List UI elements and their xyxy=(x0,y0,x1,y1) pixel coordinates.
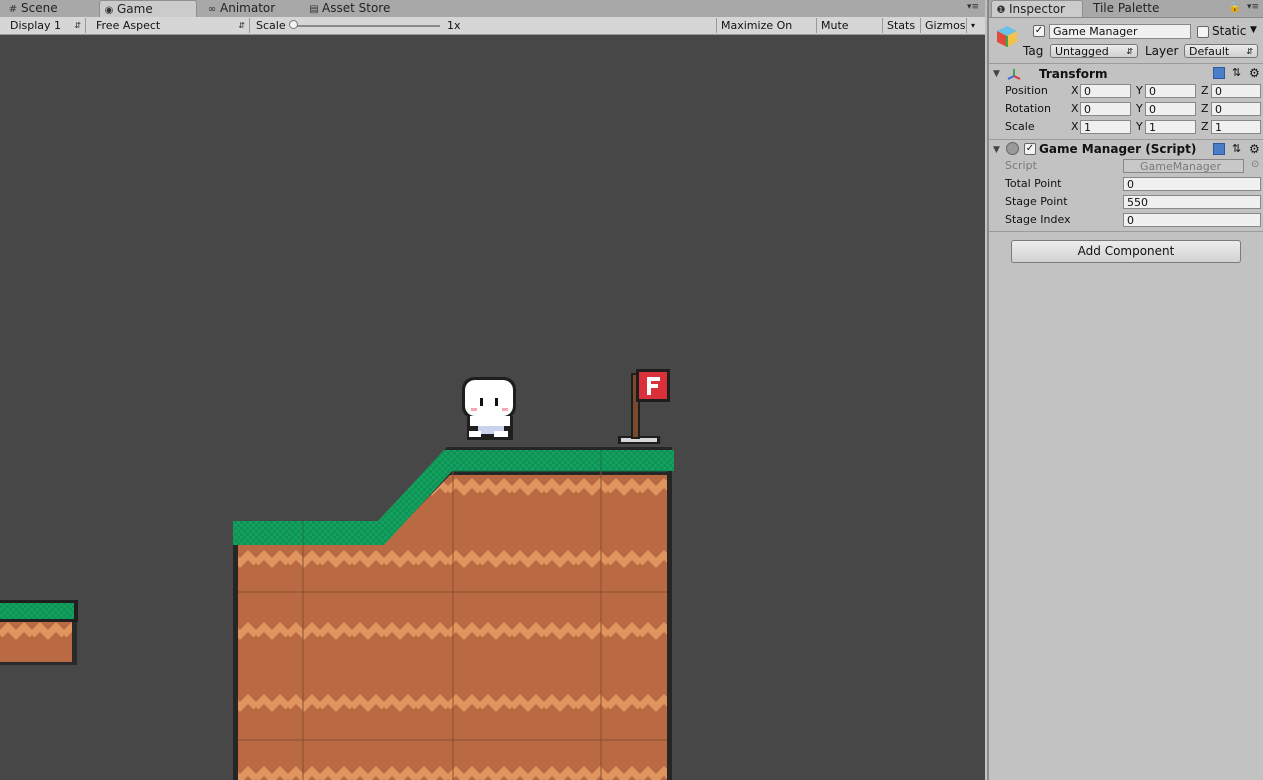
scene-icon: # xyxy=(8,4,18,15)
animator-icon: ∞ xyxy=(207,4,217,15)
chevron-updown-icon: ⇵ xyxy=(238,21,245,30)
help-icon[interactable] xyxy=(1213,67,1225,79)
game-scene xyxy=(0,369,674,780)
transform-foldout-icon[interactable]: ▼ xyxy=(993,69,1000,79)
gizmos-dropdown-icon[interactable]: ▾ xyxy=(966,18,983,33)
axis-y-label: Y xyxy=(1136,102,1143,115)
help-icon[interactable] xyxy=(1213,143,1225,155)
divider xyxy=(989,231,1263,232)
layer-dropdown[interactable]: Default ⇵ xyxy=(1184,44,1258,58)
axis-x-label: X xyxy=(1071,102,1079,115)
tab-tile-palette[interactable]: Tile Palette xyxy=(1089,0,1169,17)
scale-y-field[interactable]: 1 xyxy=(1145,120,1196,134)
rotation-y-field[interactable]: 0 xyxy=(1145,102,1196,116)
player-character xyxy=(462,377,516,440)
object-name-field[interactable]: Game Manager xyxy=(1049,24,1191,39)
game-viewport[interactable] xyxy=(0,35,985,780)
add-component-button[interactable]: Add Component xyxy=(1011,240,1241,263)
axis-x-label: X xyxy=(1071,120,1079,133)
rotation-z-field[interactable]: 0 xyxy=(1211,102,1261,116)
scale-label: Scale xyxy=(1005,120,1035,133)
rotation-x-field[interactable]: 0 xyxy=(1080,102,1131,116)
lock-icon[interactable]: 🔒 xyxy=(1229,2,1241,13)
position-label: Position xyxy=(1005,84,1048,97)
transform-title: Transform xyxy=(1039,67,1108,81)
axis-z-label: Z xyxy=(1201,120,1209,133)
gear-icon[interactable]: ⚙ xyxy=(1249,66,1260,80)
aspect-dropdown[interactable]: Free Aspect ⇵ xyxy=(90,18,250,33)
chevron-updown-icon: ⇵ xyxy=(1246,47,1253,56)
stage-index-field[interactable]: 0 xyxy=(1123,213,1261,227)
scale-z-field[interactable]: 1 xyxy=(1211,120,1261,134)
position-z-field[interactable]: 0 xyxy=(1211,84,1261,98)
scale-value: 1x xyxy=(447,19,461,32)
transform-icon xyxy=(1007,69,1021,80)
gear-icon[interactable]: ⚙ xyxy=(1249,142,1260,156)
tab-scene[interactable]: # Scene xyxy=(4,0,94,17)
inspector-panel: ❶ Inspector Tile Palette 🔒 ▾≡ ✓ Game Mana… xyxy=(987,0,1263,780)
axis-y-label: Y xyxy=(1136,120,1143,133)
maximize-on-play-toggle[interactable]: Maximize On Play xyxy=(716,18,816,47)
total-point-label: Total Point xyxy=(1005,177,1062,190)
window-menu-icon[interactable]: ▾≡ xyxy=(1247,2,1259,12)
static-label: Static xyxy=(1212,24,1247,38)
tab-inspector[interactable]: ❶ Inspector xyxy=(991,0,1083,17)
display-dropdown[interactable]: Display 1 ⇵ xyxy=(4,18,86,33)
object-picker-icon: ⊙ xyxy=(1251,159,1260,170)
info-icon: ❶ xyxy=(996,5,1006,16)
scale-slider-thumb[interactable] xyxy=(289,20,298,29)
static-dropdown-icon[interactable]: ▼ xyxy=(1250,25,1257,35)
presets-icon[interactable]: ⇅ xyxy=(1232,66,1241,79)
main-terrain xyxy=(233,447,674,780)
scale-label: Scale xyxy=(256,19,286,32)
finish-flag xyxy=(618,369,670,444)
chevron-updown-icon: ⇵ xyxy=(74,21,81,30)
script-reference-field: GameManager xyxy=(1123,159,1244,173)
divider xyxy=(989,139,1263,140)
stage-point-field[interactable]: 550 xyxy=(1123,195,1261,209)
mute-audio-toggle[interactable]: Mute Audio xyxy=(816,18,882,47)
script-label: Script xyxy=(1005,159,1037,172)
script-enabled-checkbox[interactable]: ✓ xyxy=(1024,143,1036,155)
script-icon xyxy=(1006,142,1019,155)
position-x-field[interactable]: 0 xyxy=(1080,84,1131,98)
chevron-updown-icon: ⇵ xyxy=(1126,47,1133,56)
presets-icon[interactable]: ⇅ xyxy=(1232,142,1241,155)
script-foldout-icon[interactable]: ▼ xyxy=(993,145,1000,155)
scale-slider-track[interactable] xyxy=(292,25,440,27)
left-platform xyxy=(0,600,78,665)
position-y-field[interactable]: 0 xyxy=(1145,84,1196,98)
gameobject-cube-icon xyxy=(997,26,1017,47)
asset-store-icon: ▤ xyxy=(309,4,319,15)
game-window: # Scene ◉ Game ∞ Animator ▤ Asset Store ▾≡ D… xyxy=(0,0,985,780)
window-menu-icon[interactable]: ▾≡ xyxy=(967,2,979,12)
inspector-tab-bar: ❶ Inspector Tile Palette 🔒 ▾≡ xyxy=(989,0,1263,18)
editor-tab-bar: # Scene ◉ Game ∞ Animator ▤ Asset Store ▾≡ xyxy=(0,0,985,18)
axis-z-label: Z xyxy=(1201,84,1209,97)
tab-game[interactable]: ◉ Game xyxy=(99,0,197,17)
total-point-field[interactable]: 0 xyxy=(1123,177,1261,191)
tab-animator[interactable]: ∞ Animator xyxy=(203,0,303,17)
rotation-label: Rotation xyxy=(1005,102,1052,115)
tag-label: Tag xyxy=(1023,44,1044,58)
axis-z-label: Z xyxy=(1201,102,1209,115)
tag-dropdown[interactable]: Untagged ⇵ xyxy=(1050,44,1138,58)
tab-asset-store[interactable]: ▤ Asset Store xyxy=(305,0,415,17)
game-toolbar: Display 1 ⇵ Free Aspect ⇵ Scale 1x Maximiz… xyxy=(0,17,985,47)
stage-index-label: Stage Index xyxy=(1005,213,1071,226)
static-checkbox[interactable] xyxy=(1197,26,1209,38)
axis-x-label: X xyxy=(1071,84,1079,97)
script-component-title: Game Manager (Script) xyxy=(1039,142,1197,156)
layer-label: Layer xyxy=(1145,44,1179,58)
axis-y-label: Y xyxy=(1136,84,1143,97)
divider xyxy=(989,63,1263,64)
stage-point-label: Stage Point xyxy=(1005,195,1068,208)
gizmos-toggle[interactable]: Gizmos xyxy=(920,18,966,33)
scale-x-field[interactable]: 1 xyxy=(1080,120,1131,134)
stats-toggle[interactable]: Stats xyxy=(882,18,920,33)
active-checkbox[interactable]: ✓ xyxy=(1033,25,1045,37)
